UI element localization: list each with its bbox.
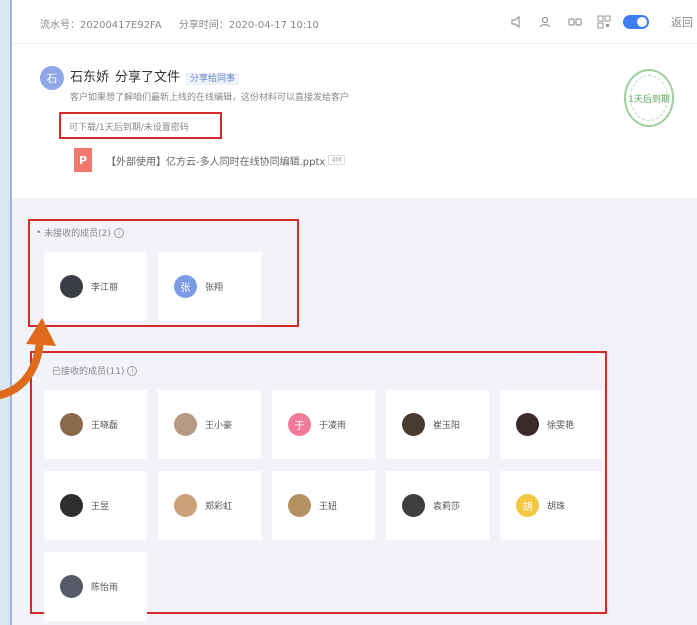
member-name: 郑彩虹 — [205, 502, 233, 512]
sender-avatar: 石 — [40, 66, 64, 90]
share-toggle[interactable] — [623, 15, 649, 29]
member-avatar: 于 — [288, 413, 311, 436]
member-tile[interactable]: 陈怡雨 — [44, 552, 147, 621]
member-name: 陈怡雨 — [91, 583, 119, 593]
member-tile[interactable]: 张张翔 — [158, 252, 261, 321]
member-name: 王小豪 — [205, 421, 233, 431]
member-name: 张翔 — [205, 283, 224, 293]
member-avatar — [288, 494, 311, 517]
share-meta: 流水号：20200417E92FA 分享时间：2020-04-17 10:10 — [40, 16, 333, 31]
member-avatar — [60, 575, 83, 598]
member-avatar — [174, 494, 197, 517]
member-avatar — [60, 413, 83, 436]
member-avatar: 张 — [174, 275, 197, 298]
member-name: 胡珠 — [547, 502, 566, 512]
sender-name: 石东娇 — [70, 70, 110, 85]
qrcode-icon[interactable] — [594, 12, 614, 32]
share-time: 分享时间：2020-04-17 10:10 — [178, 20, 319, 31]
member-avatar — [402, 494, 425, 517]
collapse-dot-icon[interactable]: • — [36, 228, 44, 238]
share-title: 石东娇 分享了文件 分享给同事 — [70, 66, 240, 85]
member-avatar — [60, 494, 83, 517]
member-avatar: 胡 — [516, 494, 539, 517]
member-name: 王妞 — [319, 502, 338, 512]
share-note: 客户如果想了解咱们最新上线的在线编辑，这份材料可以直接发给客户 — [70, 93, 350, 103]
member-avatar — [60, 275, 83, 298]
share-tag: 分享给同事 — [186, 73, 240, 85]
user-icon[interactable] — [536, 12, 556, 32]
expiry-stamp: 1天后到期 — [624, 69, 674, 127]
unreceived-count-label: 未接收的成员(2) — [44, 229, 111, 239]
member-tile[interactable]: 王晓磊 — [44, 390, 147, 459]
info-icon[interactable]: i — [113, 227, 124, 238]
share-detail-panel: 流水号：20200417E92FA 分享时间：2020-04-17 10:10 … — [10, 0, 697, 625]
share-action: 分享了文件 — [115, 70, 181, 85]
toolbar: 返回 — [507, 12, 693, 32]
shared-file[interactable]: P 【外部使用】亿方云-多人同时在线协同编辑.pptx 4M — [74, 148, 345, 172]
member-avatar — [174, 413, 197, 436]
share-card: 石 石东娇 分享了文件 分享给同事 客户如果想了解咱们最新上线的在线编辑，这份材料可… — [12, 44, 697, 198]
member-name: 于凌雨 — [319, 421, 347, 431]
member-tile[interactable]: 郑彩虹 — [158, 471, 261, 540]
member-tile[interactable]: 王妞 — [272, 471, 375, 540]
member-tile[interactable]: 王昱 — [44, 471, 147, 540]
pptx-file-icon: P — [74, 148, 92, 172]
member-name: 徐雯艳 — [547, 421, 575, 431]
member-tile[interactable]: 徐雯艳 — [500, 390, 603, 459]
file-size: 4M — [328, 155, 345, 165]
unreceived-section-label: • 未接收的成员(2) i — [36, 226, 124, 239]
member-tile[interactable]: 胡胡珠 — [500, 471, 603, 540]
speaker-icon[interactable] — [507, 12, 527, 32]
serial-number: 流水号：20200417E92FA — [40, 20, 162, 31]
annotation-arrow — [0, 318, 56, 399]
info-icon[interactable]: i — [127, 365, 138, 376]
member-avatar — [402, 413, 425, 436]
back-button[interactable]: 返回 — [671, 14, 693, 30]
top-bar: 流水号：20200417E92FA 分享时间：2020-04-17 10:10 … — [12, 0, 697, 44]
file-name[interactable]: 【外部使用】亿方云-多人同时在线协同编辑.pptx — [106, 153, 325, 168]
link-icon[interactable] — [565, 12, 585, 32]
access-settings: 可下载/1天后到期/未设置密码 — [69, 123, 189, 133]
member-tile[interactable]: 王小豪 — [158, 390, 261, 459]
access-settings-highlight: 可下载/1天后到期/未设置密码 — [59, 112, 222, 139]
member-name: 袁莉莎 — [433, 502, 461, 512]
member-name: 李江丽 — [91, 283, 119, 293]
member-tile[interactable]: 于于凌雨 — [272, 390, 375, 459]
member-tile[interactable]: 崔玉阳 — [386, 390, 489, 459]
member-name: 王昱 — [91, 502, 110, 512]
member-tile[interactable]: 袁莉莎 — [386, 471, 489, 540]
member-avatar — [516, 413, 539, 436]
member-name: 王晓磊 — [91, 421, 119, 431]
expiry-stamp-text: 1天后到期 — [628, 94, 670, 105]
member-name: 崔玉阳 — [433, 421, 461, 431]
